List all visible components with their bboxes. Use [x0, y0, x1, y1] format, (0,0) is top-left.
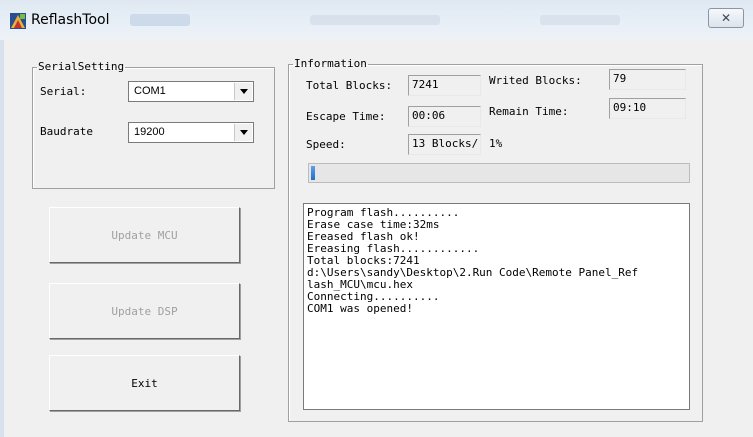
flash-progress-bar — [308, 163, 690, 183]
information-legend: Information — [294, 57, 367, 70]
writed-blocks-label: Writed Blocks: — [489, 74, 582, 87]
log-textarea[interactable]: Program flash.......... Erase case time:3… — [303, 203, 690, 410]
log-line: COM1 was opened! — [307, 302, 413, 315]
baudrate-value: 19200 — [134, 126, 165, 138]
close-icon: ✕ — [720, 11, 732, 25]
progress-percent: 1% — [489, 137, 503, 150]
blurred-background — [540, 15, 620, 25]
total-blocks-label: Total Blocks: — [306, 79, 393, 92]
update-dsp-button[interactable]: Update DSP — [49, 283, 240, 339]
blurred-background — [310, 15, 440, 25]
serial-port-select[interactable]: COM1 — [128, 81, 254, 102]
serial-setting-legend: SerialSetting — [38, 60, 125, 73]
serial-label: Serial: — [40, 85, 87, 98]
speed-field: 13 Blocks/ — [408, 134, 481, 155]
progress-fill — [311, 166, 315, 180]
title-bar[interactable]: ReflashTool ✕ — [0, 0, 753, 40]
serial-port-value: COM1 — [134, 85, 166, 97]
chevron-down-icon[interactable] — [234, 83, 252, 100]
total-blocks-field: 7241 — [408, 75, 481, 96]
remain-time-label: Remain Time: — [489, 105, 569, 118]
escape-time-field: 00:06 — [408, 106, 481, 127]
update-mcu-button[interactable]: Update MCU — [49, 207, 240, 263]
chevron-down-icon[interactable] — [234, 124, 252, 141]
remain-time-field: 09:10 — [609, 98, 686, 119]
blurred-background — [130, 14, 190, 26]
writed-blocks-field: 79 — [609, 69, 686, 90]
baudrate-select[interactable]: 19200 — [128, 122, 254, 143]
reflash-tool-window: ReflashTool ✕ SerialSetting Serial: COM1… — [0, 0, 753, 437]
window-edge — [0, 40, 4, 437]
exit-button[interactable]: Exit — [49, 355, 240, 411]
app-icon — [10, 13, 26, 29]
close-button[interactable]: ✕ — [708, 8, 744, 28]
speed-label: Speed: — [306, 138, 346, 151]
window-title: ReflashTool — [31, 12, 110, 28]
escape-time-label: Escape Time: — [306, 110, 386, 123]
baudrate-label: Baudrate — [40, 125, 93, 138]
